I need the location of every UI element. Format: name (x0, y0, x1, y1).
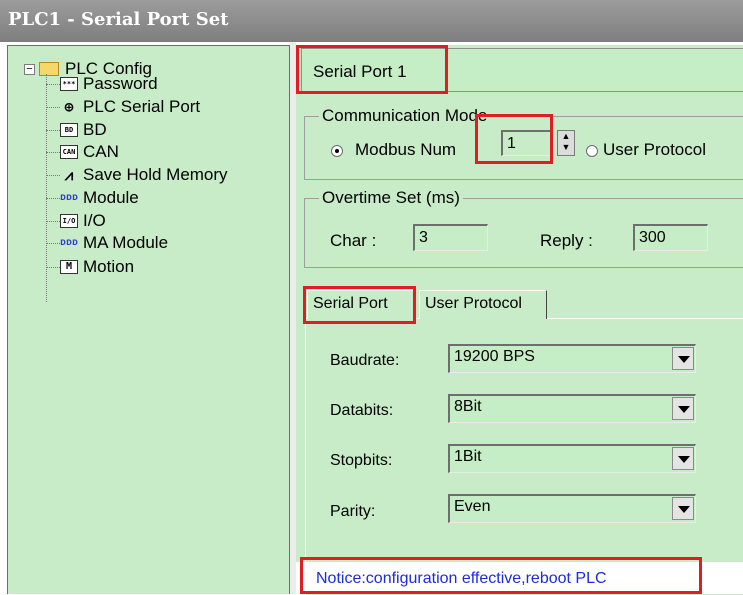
tree-item-label: Password (83, 74, 158, 93)
parity-select[interactable]: Even (448, 494, 696, 523)
baudrate-value: 19200 BPS (454, 348, 535, 365)
title-bar: PLC1 - Serial Port Set (0, 0, 743, 42)
baudrate-label: Baudrate: (330, 352, 400, 369)
tree-item-can[interactable]: CAN CAN (46, 141, 119, 163)
window-title: PLC1 - Serial Port Set (8, 9, 229, 30)
communication-mode-legend: Communication Mode (319, 106, 491, 126)
tree-item-label: MA Module (83, 233, 169, 252)
baudrate-select[interactable]: 19200 BPS (448, 344, 696, 373)
char-label: Char : (330, 231, 377, 250)
motion-icon: M (60, 260, 78, 274)
tree-item-label: PLC Serial Port (83, 97, 201, 116)
tree-item-label: Module (83, 188, 139, 207)
user-protocol-radio[interactable] (586, 145, 598, 157)
tree-item-label: I/O (83, 211, 106, 230)
parity-label: Parity: (330, 503, 376, 520)
reply-label: Reply : (540, 231, 593, 250)
stopbits-select[interactable]: 1Bit (448, 444, 696, 473)
databits-select[interactable]: 8Bit (448, 394, 696, 423)
tree-item-motion[interactable]: M Motion (46, 256, 134, 278)
ma-module-icon: ᴅᴅᴅ (60, 237, 78, 248)
highlight-modbus-num (475, 114, 553, 164)
serial-port-icon: ⊕ (64, 100, 74, 114)
tree-item-password[interactable]: *** Password (46, 73, 158, 95)
modbus-num-spinner[interactable]: ▲ ▼ (557, 130, 575, 156)
stopbits-value: 1Bit (454, 448, 482, 465)
highlight-notice (300, 557, 702, 594)
tree-item-plc-serial-port[interactable]: ⊕ PLC Serial Port (46, 96, 200, 118)
tree-item-ma-module[interactable]: ᴅᴅᴅ MA Module (46, 232, 168, 254)
modbus-radio[interactable] (331, 145, 343, 157)
stopbits-label: Stopbits: (330, 452, 393, 469)
highlight-serial-port-tab (303, 286, 416, 324)
tab-user-protocol[interactable]: User Protocol (419, 290, 547, 319)
collapse-icon[interactable]: − (24, 63, 35, 75)
tree-item-label: CAN (83, 142, 119, 161)
chevron-down-icon[interactable] (672, 447, 694, 470)
chevron-down-icon[interactable] (672, 497, 694, 520)
tree-item-io[interactable]: I/O I/O (46, 210, 106, 232)
reply-input[interactable]: 300 (633, 224, 708, 251)
highlight-serial-port-title (296, 45, 448, 94)
memory-icon: ⩘ (64, 168, 74, 182)
parity-value: Even (454, 498, 491, 515)
user-protocol-radio-label: User Protocol (603, 140, 706, 159)
tree-item-label: BD (83, 120, 107, 139)
char-input[interactable]: 3 (413, 224, 488, 251)
tree-item-label: Save Hold Memory (83, 165, 228, 184)
tree-item-save-hold-memory[interactable]: ⩘ Save Hold Memory (46, 164, 228, 186)
bd-icon: BD (60, 123, 78, 137)
databits-value: 8Bit (454, 398, 482, 415)
modbus-num-label: Modbus Num (355, 140, 457, 159)
databits-label: Databits: (330, 402, 394, 419)
overtime-legend: Overtime Set (ms) (319, 188, 463, 208)
module-icon: ᴅᴅᴅ (60, 192, 78, 203)
io-icon: I/O (60, 214, 78, 228)
config-tree-panel: − PLC Config *** Password ⊕ PLC Serial P… (7, 45, 290, 594)
tree-item-module[interactable]: ᴅᴅᴅ Module (46, 187, 139, 209)
chevron-down-icon[interactable] (672, 397, 694, 420)
chevron-down-icon[interactable] (672, 347, 694, 370)
can-icon: CAN (60, 145, 78, 159)
tree-item-label: Motion (83, 257, 135, 276)
tree-item-bd[interactable]: BD BD (46, 119, 107, 141)
password-icon: *** (60, 77, 78, 91)
